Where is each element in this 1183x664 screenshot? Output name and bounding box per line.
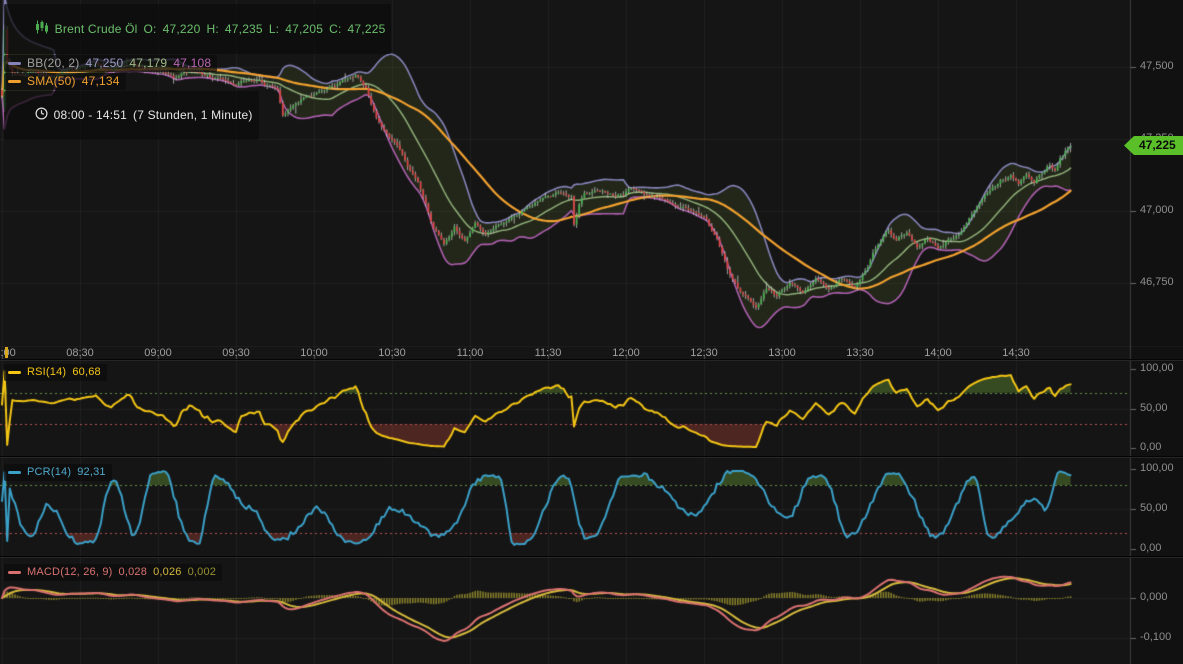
time-tick-label: 08:30 [66, 347, 94, 360]
macd-dash-icon [8, 571, 21, 574]
high-label: H: [207, 22, 219, 37]
rsi-legend-row[interactable]: RSI(14) 60,68 [4, 364, 107, 381]
bb-lower-value: 47,108 [173, 56, 211, 71]
open-value: 47,220 [163, 22, 201, 37]
last-price-badge: 47,225 [1124, 136, 1183, 155]
high-value: 47,235 [225, 22, 263, 37]
session-start-marker [5, 347, 8, 358]
pcr-value: 92,31 [77, 465, 106, 480]
macd-tick-label: -0,100 [1140, 631, 1171, 644]
main-chart-legend: Brent Crude Öl O: 47,220 H: 47,235 L: 47,20… [4, 4, 391, 141]
price-tick-label: 47,000 [1140, 204, 1174, 217]
pcr-tick-label: 0,00 [1140, 542, 1161, 555]
macd-legend[interactable]: MACD(12, 26, 9) 0,028 0,026 0,002 [4, 564, 222, 582]
macd-label: MACD(12, 26, 9) [27, 565, 113, 580]
sma-legend-row[interactable]: SMA(50) 47,134 [4, 73, 126, 90]
price-tick-label: 47,500 [1140, 60, 1174, 73]
bb-label: BB(20, 2) [27, 56, 80, 71]
session-info-row: 08:00 - 14:51 (7 Stunden, 1 Minute) [4, 91, 259, 140]
time-tick-label: 14:00 [924, 347, 952, 360]
bollinger-legend-row[interactable]: BB(20, 2) 47,250 47,179 47,108 [4, 55, 217, 72]
sma-dash-icon [8, 80, 21, 83]
macd-signal-value: 0,026 [153, 565, 182, 580]
rsi-label: RSI(14) [27, 365, 66, 380]
low-value: 47,205 [285, 22, 323, 37]
rsi-legend[interactable]: RSI(14) 60,68 [4, 364, 107, 382]
time-tick-label: 12:00 [612, 347, 640, 360]
rsi-value: 60,68 [72, 365, 101, 380]
bb-middle-value: 47,179 [129, 56, 167, 71]
open-label: O: [144, 22, 157, 37]
time-tick-label: 09:00 [144, 347, 172, 360]
rsi-tick-label: 100,00 [1140, 362, 1174, 375]
session-duration: (7 Stunden, 1 Minute) [133, 108, 253, 123]
time-tick-label: 13:00 [768, 347, 796, 360]
close-label: C: [329, 22, 341, 37]
pcr-tick-label: 100,00 [1140, 462, 1174, 475]
low-label: L: [269, 22, 279, 37]
bb-dash-icon [8, 62, 21, 65]
rsi-tick-label: 50,00 [1140, 402, 1168, 415]
session-time-range: 08:00 - 14:51 [54, 108, 127, 123]
instrument-legend-row[interactable]: Brent Crude Öl O: 47,220 H: 47,235 L: 47,20… [4, 4, 391, 54]
last-price-value: 47,225 [1139, 138, 1176, 152]
time-tick-label: 12:30 [690, 347, 718, 360]
pcr-legend-row[interactable]: PCR(14) 92,31 [4, 464, 112, 481]
time-tick-label: 10:00 [300, 347, 328, 360]
clock-icon [8, 92, 48, 139]
time-tick-label: 09:30 [222, 347, 250, 360]
trading-chart-app: Brent Crude Öl O: 47,220 H: 47,235 L: 47,20… [0, 0, 1183, 664]
bb-upper-value: 47,250 [86, 56, 124, 71]
pcr-tick-label: 50,00 [1140, 502, 1168, 515]
sma-label: SMA(50) [27, 74, 76, 89]
rsi-dash-icon [8, 371, 21, 374]
close-value: 47,225 [348, 22, 386, 37]
macd-legend-row[interactable]: MACD(12, 26, 9) 0,028 0,026 0,002 [4, 564, 222, 581]
panel-separator[interactable] [0, 556, 1183, 558]
pcr-label: PCR(14) [27, 465, 71, 480]
macd-tick-label: 0,000 [1140, 591, 1168, 604]
candlestick-chart-icon [8, 5, 49, 53]
time-tick-label: 11:30 [535, 347, 562, 360]
macd-histogram-value: 0,002 [188, 565, 217, 580]
macd-value: 0,028 [119, 565, 148, 580]
time-tick-label: 11:00 [457, 347, 484, 360]
sma-value: 47,134 [82, 74, 120, 89]
price-tick-label: 46,750 [1140, 276, 1174, 289]
time-tick-label: 14:30 [1002, 347, 1030, 360]
instrument-name: Brent Crude Öl [55, 22, 138, 37]
pcr-legend[interactable]: PCR(14) 92,31 [4, 464, 112, 482]
time-tick-label: 13:30 [846, 347, 874, 360]
pcr-dash-icon [8, 471, 21, 474]
panel-separator[interactable] [0, 456, 1183, 458]
time-tick-label: 10:30 [378, 347, 406, 360]
rsi-tick-label: 0,00 [1140, 441, 1161, 454]
